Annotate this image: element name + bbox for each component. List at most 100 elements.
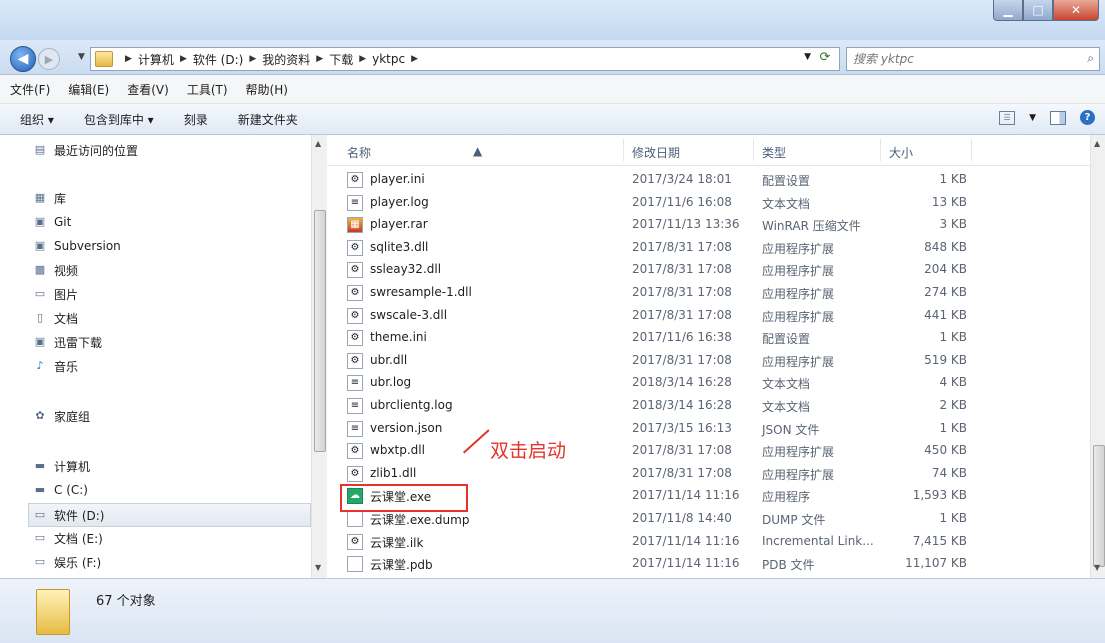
nav-item-8[interactable]: ♪ 音乐 <box>32 355 78 377</box>
maximize-button[interactable]: □ <box>1023 0 1053 21</box>
file-type: WinRAR 压缩文件 <box>762 219 861 234</box>
file-size: 74 KB <box>931 465 967 480</box>
breadcrumb-separator-icon[interactable]: ▶ <box>411 54 418 64</box>
file-name: swscale-3.dll <box>370 307 448 322</box>
organize-button[interactable]: 组织 ▾ <box>20 111 54 128</box>
nav-item-11[interactable]: ▬ C (C:) <box>32 479 88 501</box>
nav-item-0[interactable]: ▤ 最近访问的位置 <box>32 139 138 161</box>
view-dropdown-icon[interactable]: ▼ <box>1029 113 1036 123</box>
nav-item-3[interactable]: ▣ Subversion <box>32 235 121 257</box>
search-box[interactable]: ⌕ <box>846 47 1100 71</box>
new-folder-button[interactable]: 新建文件夹 <box>238 111 298 128</box>
file-row[interactable]: ⚙ 云课堂.ilk 2017/11/14 11:16 Incremental Link… <box>343 530 1083 552</box>
file-row[interactable]: ⚙ theme.ini 2017/11/6 16:38 配置设置 1 KB <box>343 326 1083 348</box>
breadcrumb-item[interactable]: 我的资料 <box>262 51 310 68</box>
file-row[interactable]: ⚙ ssleay32.dll 2017/8/31 17:08 应用程序扩展 204 KB <box>343 258 1083 280</box>
file-type: 配置设置 <box>762 174 811 188</box>
nav-item-2[interactable]: ▣ Git <box>32 211 72 233</box>
breadcrumb-item[interactable]: yktpc <box>372 52 405 66</box>
minimize-button[interactable]: ▁ <box>993 0 1023 21</box>
file-row[interactable]: ≡ ubr.log 2018/3/14 16:28 文本文档 4 KB <box>343 371 1083 393</box>
menu-item[interactable]: 帮助(H) <box>246 81 288 98</box>
scrollbar-thumb[interactable] <box>1093 445 1105 567</box>
nav-item-4[interactable]: ▩ 视频 <box>32 259 78 281</box>
scroll-down-arrow-icon[interactable]: ▼ <box>1094 563 1100 572</box>
file-size: 11,107 KB <box>905 556 967 571</box>
breadcrumb-separator-icon[interactable]: ▶ <box>316 54 323 64</box>
dll-file-icon: ⚙ <box>347 443 363 460</box>
search-input[interactable] <box>847 51 1070 67</box>
menu-item[interactable]: 工具(T) <box>187 81 228 98</box>
file-row[interactable]: ≡ version.json 2017/3/15 16:13 JSON 文件 1 KB <box>343 417 1083 439</box>
file-row[interactable]: ⚙ sqlite3.dll 2017/8/31 17:08 应用程序扩展 848 KB <box>343 236 1083 258</box>
menu-item[interactable]: 编辑(E) <box>68 81 109 98</box>
file-row[interactable]: ⚙ zlib1.dll 2017/8/31 17:08 应用程序扩展 74 KB <box>343 462 1083 484</box>
scroll-down-arrow-icon[interactable]: ▼ <box>315 563 321 572</box>
json-file-icon: ≡ <box>347 420 363 437</box>
window-controls: ▁ □ ✕ <box>993 0 1099 21</box>
column-header-date[interactable]: 修改日期 <box>632 144 680 161</box>
scroll-up-arrow-icon[interactable]: ▲ <box>1094 139 1100 148</box>
file-type: Incremental Link... <box>762 533 874 548</box>
refresh-icon[interactable]: ⟳ <box>815 50 835 66</box>
scrollbar-thumb[interactable] <box>314 210 326 452</box>
change-view-icon[interactable]: ☰ <box>999 110 1016 125</box>
nav-item-1[interactable]: ▦ 库 <box>32 187 66 209</box>
breadcrumb-separator-icon[interactable]: ▶ <box>180 54 187 64</box>
scroll-up-arrow-icon[interactable]: ▲ <box>315 139 321 148</box>
search-icon[interactable]: ⌕ <box>1087 51 1094 66</box>
file-row[interactable]: ⚙ swscale-3.dll 2017/8/31 17:08 应用程序扩展 441 K… <box>343 304 1083 326</box>
file-modified-date: 2017/8/31 17:08 <box>632 443 732 458</box>
preview-pane-icon[interactable] <box>1050 110 1066 125</box>
help-icon[interactable]: ? <box>1080 110 1095 125</box>
file-row[interactable]: ⚙ ubr.dll 2017/8/31 17:08 应用程序扩展 519 KB <box>343 349 1083 371</box>
file-name: sqlite3.dll <box>370 239 429 254</box>
breadcrumb-item[interactable]: 计算机 <box>138 51 174 68</box>
file-row[interactable]: 云课堂.pdb 2017/11/14 11:16 PDB 文件 11,107 KB <box>343 552 1083 574</box>
file-row[interactable]: ⚙ wbxtp.dll 2017/8/31 17:08 应用程序扩展 450 KB <box>343 439 1083 461</box>
file-list-scrollbar[interactable]: ▲ ▼ <box>1090 135 1105 578</box>
file-size: 1,593 KB <box>912 488 967 503</box>
file-modified-date: 2017/11/8 14:40 <box>632 511 732 525</box>
navigation-pane-scrollbar[interactable]: ▲ ▼ <box>311 135 327 578</box>
close-button[interactable]: ✕ <box>1053 0 1099 21</box>
nav-item-14[interactable]: ▭ 娱乐 (F:) <box>32 551 101 573</box>
file-size: 2 KB <box>939 398 967 412</box>
file-name: player.log <box>370 194 429 209</box>
menu-item[interactable]: 查看(V) <box>127 81 169 98</box>
nav-item-6[interactable]: ▯ 文档 <box>32 307 78 329</box>
nav-item-9[interactable]: ✿ 家庭组 <box>32 405 90 427</box>
file-type: PDB 文件 <box>762 558 815 573</box>
forward-button[interactable]: ▶ <box>38 48 60 70</box>
breadcrumb-separator-icon[interactable]: ▶ <box>249 54 256 64</box>
nav-item-13[interactable]: ▭ 文档 (E:) <box>32 527 103 549</box>
menu-item[interactable]: 文件(F) <box>10 81 50 98</box>
burn-button[interactable]: 刻录 <box>184 111 208 128</box>
breadcrumb-separator-icon[interactable]: ▶ <box>359 54 366 64</box>
file-row[interactable]: ≡ player.log 2017/11/6 16:08 文本文档 13 KB <box>343 191 1083 213</box>
recent-pages-dropdown[interactable]: ▼ <box>78 52 85 62</box>
file-row[interactable]: ⚙ swresample-1.dll 2017/8/31 17:08 应用程序扩展 27… <box>343 281 1083 303</box>
nav-item-10[interactable]: ▬ 计算机 <box>32 455 90 477</box>
file-row[interactable]: ⚙ player.ini 2017/3/24 18:01 配置设置 1 KB <box>343 168 1083 190</box>
column-header-type[interactable]: 类型 <box>762 144 786 161</box>
breadcrumb-item[interactable]: 软件 (D:) <box>193 51 243 68</box>
nav-item-12[interactable]: ▭ 软件 (D:) <box>28 503 311 527</box>
file-row[interactable]: ▦ player.rar 2017/11/13 13:36 WinRAR 压缩文件 3 … <box>343 213 1083 235</box>
text-file-icon: ≡ <box>347 398 363 414</box>
include-in-library-button[interactable]: 包含到库中 ▾ <box>84 111 154 128</box>
address-history-dropdown[interactable]: ▼ <box>804 52 811 62</box>
file-row[interactable]: ≡ ubrclientg.log 2018/3/14 16:28 文本文档 2 KB <box>343 394 1083 416</box>
column-header-name[interactable]: 名称 <box>347 144 371 161</box>
column-header-size[interactable]: 大小 <box>889 144 913 161</box>
address-bar[interactable]: ▶ 计算机 ▶ 软件 (D:) ▶ 我的资料 ▶ 下载 ▶ yktpc ▶ ▼ ⟳ <box>90 47 840 71</box>
nav-item-5[interactable]: ▭ 图片 <box>32 283 78 305</box>
nav-item-7[interactable]: ▣ 迅雷下载 <box>32 331 102 353</box>
back-button[interactable]: ◀ <box>10 46 36 72</box>
breadcrumb-item[interactable]: 下载 <box>329 51 353 68</box>
file-modified-date: 2017/8/31 17:08 <box>632 307 732 322</box>
file-type: 应用程序 <box>762 490 811 505</box>
file-modified-date: 2017/8/31 17:08 <box>632 465 732 480</box>
library-icon: ▦ <box>34 191 46 204</box>
breadcrumb-separator-icon[interactable]: ▶ <box>125 54 132 64</box>
